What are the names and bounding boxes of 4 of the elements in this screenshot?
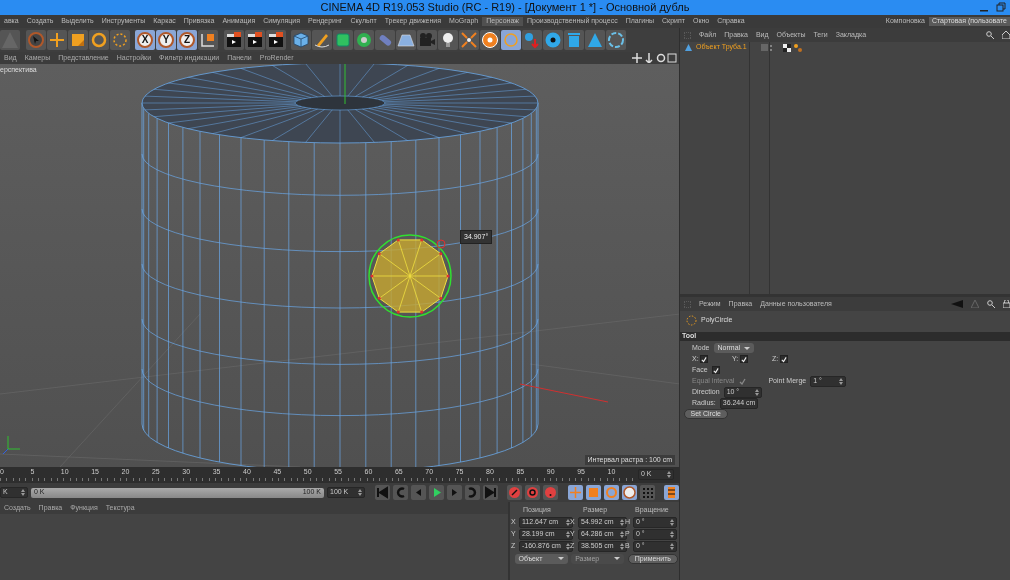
window-title: CINEMA 4D R19.053 Studio (RC - R19) - [Документ 1 *] - Основной дубль [320, 0, 690, 15]
axis-button[interactable]: Y [156, 30, 176, 50]
axis-button[interactable]: X [135, 30, 155, 50]
axis-button[interactable]: Z [177, 30, 197, 50]
